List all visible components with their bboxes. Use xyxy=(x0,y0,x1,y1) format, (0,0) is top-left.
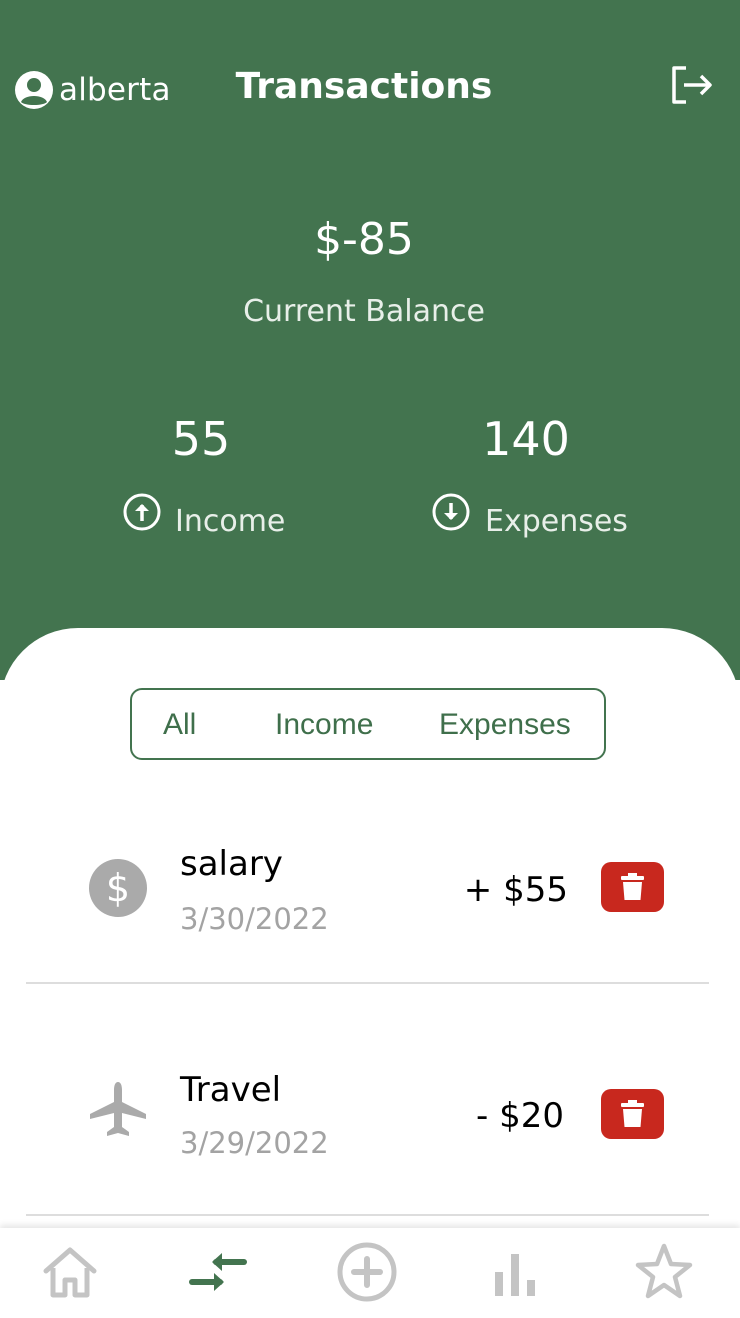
trash-icon xyxy=(621,873,644,900)
transaction-row[interactable]: Travel 3/29/2022 - $20 xyxy=(0,1046,740,1246)
header-panel: alberta Transactions $-85 Current Balanc… xyxy=(0,0,740,680)
airplane-icon xyxy=(90,1082,146,1136)
transaction-row[interactable]: $ salary 3/30/2022 + $55 xyxy=(0,820,740,1020)
filter-tab-expenses[interactable]: Expenses xyxy=(439,708,571,742)
arrow-up-circle-icon xyxy=(123,493,161,531)
dollar-icon: $ xyxy=(89,859,147,917)
row-divider xyxy=(26,982,709,984)
balance-label: Current Balance xyxy=(243,294,485,329)
nav-transactions[interactable] xyxy=(186,1240,250,1304)
nav-home[interactable] xyxy=(38,1240,102,1304)
transaction-name: Travel xyxy=(180,1070,282,1110)
transaction-name: salary xyxy=(180,844,283,884)
nav-add[interactable] xyxy=(335,1240,399,1304)
expenses-total: 140 xyxy=(482,412,570,466)
nav-stats[interactable] xyxy=(483,1240,547,1304)
filter-segmented-control: All Income Expenses xyxy=(130,688,606,760)
bottom-nav xyxy=(0,1228,740,1318)
transaction-amount: + $55 xyxy=(463,870,568,910)
expenses-label: Expenses xyxy=(485,504,628,539)
row-divider xyxy=(26,1214,709,1216)
transaction-date: 3/30/2022 xyxy=(180,902,329,936)
transaction-amount: - $20 xyxy=(476,1096,564,1136)
star-icon xyxy=(635,1243,693,1299)
home-icon xyxy=(43,1247,97,1298)
trash-icon xyxy=(621,1100,644,1127)
transaction-date: 3/29/2022 xyxy=(180,1126,329,1160)
filter-tab-income[interactable]: Income xyxy=(275,708,373,742)
svg-text:$: $ xyxy=(106,866,130,910)
nav-favorites[interactable] xyxy=(632,1240,696,1304)
income-total: 55 xyxy=(171,412,231,466)
page-title: Transactions xyxy=(235,66,493,107)
logout-button[interactable] xyxy=(668,64,716,108)
logout-icon xyxy=(672,66,712,104)
app-screen: alberta Transactions $-85 Current Balanc… xyxy=(0,0,740,1318)
stats-icon xyxy=(495,1254,535,1296)
filter-tab-all[interactable]: All xyxy=(163,708,196,742)
add-icon xyxy=(337,1242,397,1302)
transactions-icon xyxy=(189,1253,247,1291)
delete-button[interactable] xyxy=(601,862,664,912)
arrow-down-circle-icon xyxy=(432,493,470,531)
income-label: Income xyxy=(175,504,286,539)
delete-button[interactable] xyxy=(601,1089,664,1139)
balance-value: $-85 xyxy=(314,214,414,265)
